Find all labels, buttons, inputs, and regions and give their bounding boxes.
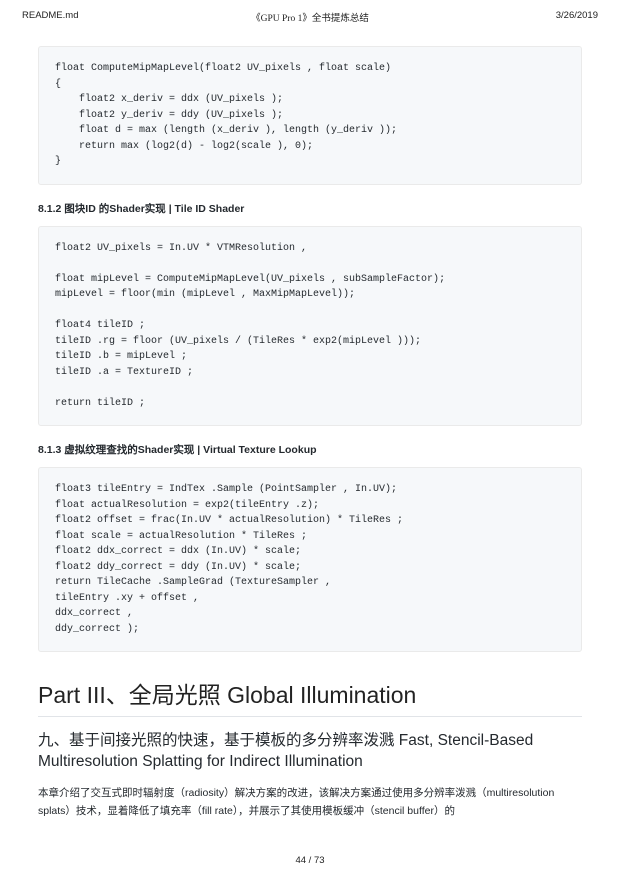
code-block-mipmap: float ComputeMipMapLevel(float2 UV_pixel…: [38, 46, 582, 185]
part-3-title: Part III、全局光照 Global Illumination: [38, 676, 582, 717]
page-footer: 44 / 73: [0, 855, 620, 866]
heading-8-1-3: 8.1.3 虚拟纹理查找的Shader实现 | Virtual Texture …: [38, 442, 582, 457]
document-content: float ComputeMipMapLevel(float2 UV_pixel…: [0, 0, 620, 821]
heading-8-1-2: 8.1.2 图块ID 的Shader实现 | Tile ID Shader: [38, 201, 582, 216]
code-block-vtlookup: float3 tileEntry = IndTex .Sample (Point…: [38, 467, 582, 652]
header-title: 《GPU Pro 1》全书提炼总结: [0, 10, 620, 24]
chapter-9-title: 九、基于间接光照的快速，基于模板的多分辨率泼溅 Fast, Stencil-Ba…: [38, 731, 582, 773]
code-block-tileid: float2 UV_pixels = In.UV * VTMResolution…: [38, 226, 582, 427]
chapter-9-body: 本章介绍了交互式即时辐射度（radiosity）解决方案的改进，该解决方案通过使…: [38, 785, 582, 821]
page-header: README.md 《GPU Pro 1》全书提炼总结 3/26/2019: [0, 10, 620, 21]
